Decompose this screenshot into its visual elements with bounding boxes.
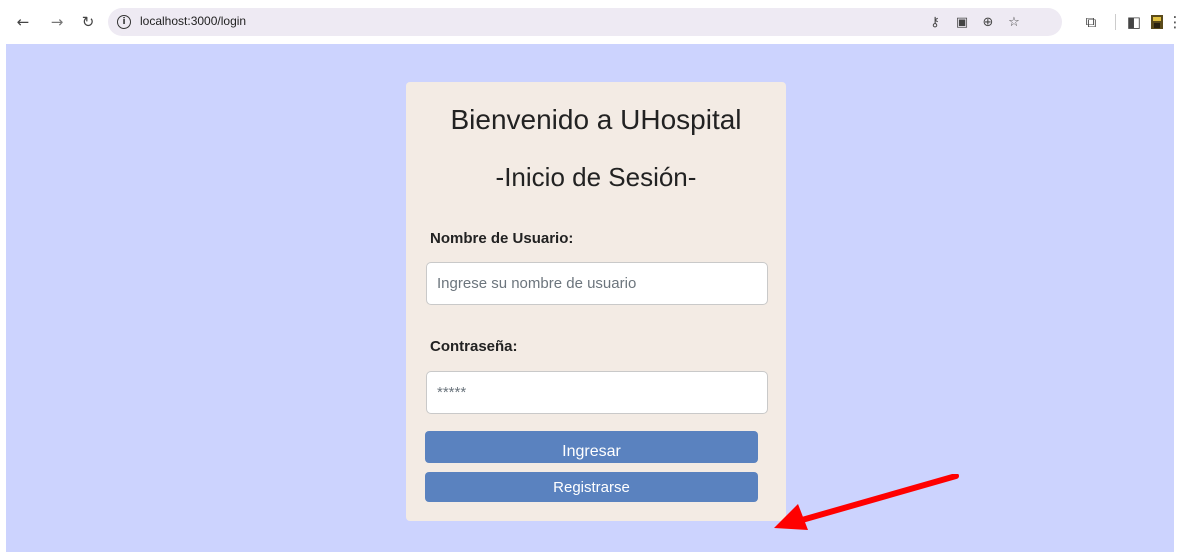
- page-title: Bienvenido a UHospital: [450, 104, 742, 135]
- login-card: Bienvenido a UHospital -Inicio de Sesión…: [406, 82, 786, 521]
- page-viewport: Bienvenido a UHospital -Inicio de Sesión…: [6, 44, 1174, 552]
- star-icon[interactable]: ☆: [1005, 13, 1023, 31]
- annotation-arrow-icon: [774, 474, 959, 530]
- zoom-icon[interactable]: ⊕: [979, 13, 997, 31]
- username-input[interactable]: [426, 262, 768, 305]
- password-label: Contraseña:: [430, 338, 518, 355]
- browser-toolbar: ← → ↻ i localhost:3000/login ⚷ ▣ ⊕ ☆ ⧉ ◧…: [0, 0, 1180, 44]
- address-url[interactable]: localhost:3000/login: [140, 14, 246, 28]
- key-icon[interactable]: ⚷: [926, 13, 944, 31]
- login-button[interactable]: Ingresar: [425, 431, 758, 463]
- toolbar-separator: [1115, 14, 1116, 30]
- password-input[interactable]: [426, 371, 768, 414]
- reload-icon[interactable]: ↻: [77, 11, 99, 33]
- info-icon[interactable]: i: [117, 15, 131, 29]
- forward-arrow-icon[interactable]: →: [46, 11, 68, 33]
- extensions-icon[interactable]: ⧉: [1080, 11, 1102, 33]
- back-arrow-icon[interactable]: ←: [12, 11, 34, 33]
- translate-icon[interactable]: ▣: [953, 13, 971, 31]
- page-subtitle: -Inicio de Sesión-: [495, 162, 697, 192]
- address-bar[interactable]: i localhost:3000/login ⚷ ▣ ⊕ ☆: [108, 8, 1062, 36]
- register-button[interactable]: Registrarse: [425, 472, 758, 502]
- username-label: Nombre de Usuario:: [430, 230, 574, 247]
- side-panel-icon[interactable]: ◧: [1123, 11, 1145, 33]
- menu-icon[interactable]: ⋮: [1164, 11, 1180, 33]
